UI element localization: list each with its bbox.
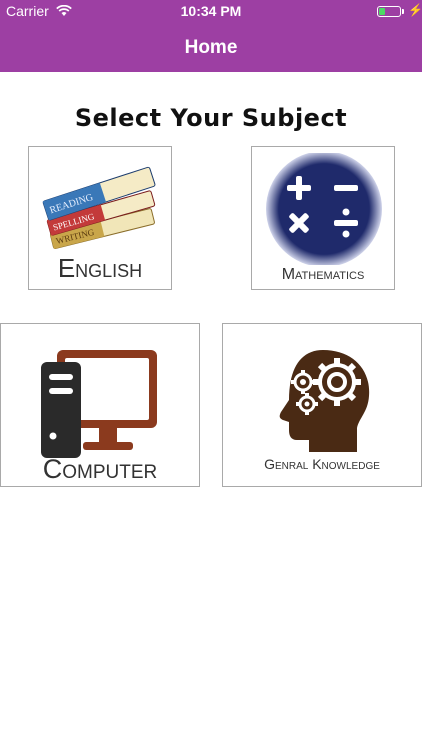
charging-bolt-icon: ⚡ [408, 3, 422, 17]
subject-card-mathematics[interactable]: Mathematics [251, 146, 395, 290]
status-time: 10:34 PM [180, 3, 242, 19]
subject-card-general-knowledge[interactable]: Genral Knowledge [222, 323, 422, 487]
subject-label-general-knowledge: Genral Knowledge [264, 456, 380, 472]
subject-label-mathematics: Mathematics [281, 266, 365, 283]
page-heading: Select Your Subject [74, 104, 348, 132]
status-bar: Carrier 10:34 PM ⚡ [0, 0, 422, 24]
subject-label-english: English [57, 253, 143, 283]
desktop-computer-icon [41, 350, 157, 458]
app-header: Carrier 10:34 PM ⚡ Home [0, 0, 422, 72]
battery-icon [377, 6, 401, 17]
head-gears-icon [279, 350, 370, 452]
battery-level [379, 8, 385, 15]
subject-card-computer[interactable]: Computer [0, 323, 200, 487]
battery-cap [402, 9, 404, 14]
math-operators-icon [266, 153, 382, 265]
subject-card-english[interactable]: WRITING SPELLING READING English [28, 146, 172, 290]
nav-title: Home [184, 37, 238, 58]
books-icon: WRITING SPELLING READING [42, 166, 156, 249]
subject-label-computer: Computer [42, 454, 158, 484]
